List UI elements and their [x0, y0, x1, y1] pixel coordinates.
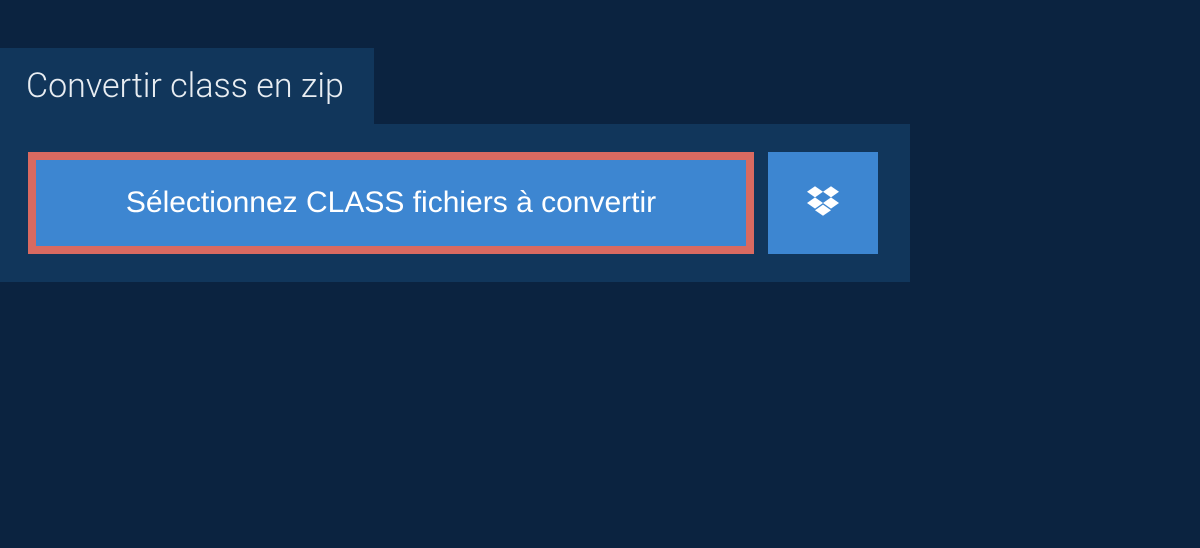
upload-panel: Sélectionnez CLASS fichiers à convertir [0, 124, 910, 282]
dropbox-button[interactable] [768, 152, 878, 254]
tab-convert[interactable]: Convertir class en zip [0, 48, 374, 124]
dropbox-icon [803, 183, 843, 223]
tab-label: Convertir class en zip [26, 66, 344, 106]
select-files-label: Sélectionnez CLASS fichiers à convertir [126, 186, 656, 220]
highlight-outline: Sélectionnez CLASS fichiers à convertir [28, 152, 754, 254]
button-row: Sélectionnez CLASS fichiers à convertir [28, 152, 882, 254]
tab-bar: Convertir class en zip [0, 48, 1200, 124]
select-files-button[interactable]: Sélectionnez CLASS fichiers à convertir [36, 160, 746, 246]
